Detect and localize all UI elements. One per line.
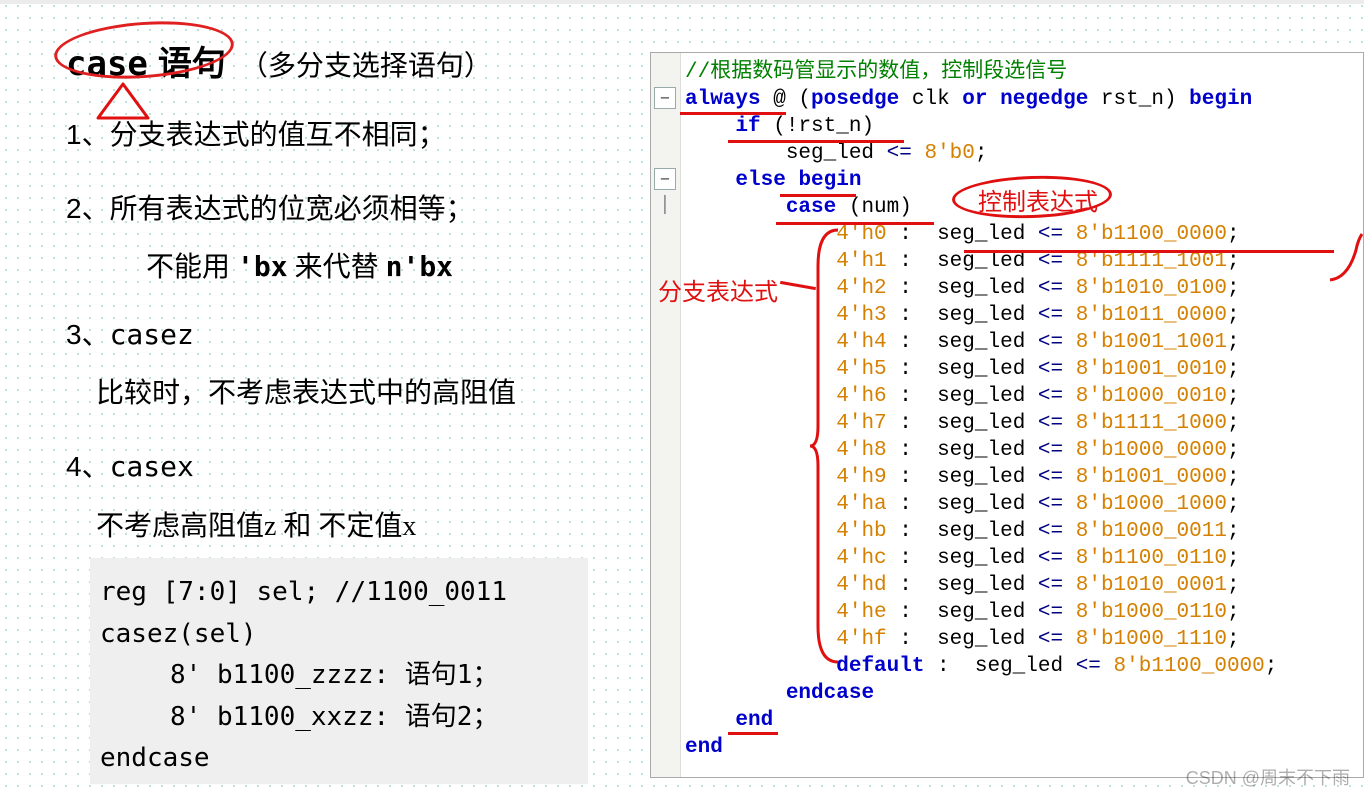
point-1: 1、分支表达式的值互不相同； xyxy=(66,113,620,159)
fold-icon[interactable]: − xyxy=(654,168,676,190)
point-2: 2、所有表达式的位宽必须相等； xyxy=(66,187,620,233)
example-line-1: reg [7:0] sel; //1100_0011 xyxy=(100,572,578,614)
point-4-note: 不考虑高阻值z 和 不定值x xyxy=(96,505,620,550)
title-code: case xyxy=(66,44,148,84)
watermark: CSDN @周末不下雨 xyxy=(1186,764,1350,790)
editor-gutter: − − ⎮ xyxy=(651,53,681,777)
code-editor: − − ⎮ //根据数码管显示的数值，控制段选信号 always @ (pose… xyxy=(650,52,1364,778)
title-sub: （多分支选择语句） xyxy=(240,44,492,84)
point-3-note: 比较时，不考虑表达式中的高阻值 xyxy=(96,372,620,417)
point-2-sub: 不能用 'bx 来代替 n'bx xyxy=(146,245,620,285)
fold-icon[interactable]: − xyxy=(654,87,676,109)
code-content: //根据数码管显示的数值，控制段选信号 always @ (posedge cl… xyxy=(681,53,1363,777)
page-title: case语句 （多分支选择语句） xyxy=(66,36,620,85)
title-cn: 语句 xyxy=(158,36,226,85)
point-4: 4、casex xyxy=(66,445,620,491)
example-line-3: 8' b1100_zzzz: 语句1； xyxy=(100,655,578,697)
example-line-4: 8' b1100_xxzz: 语句2； xyxy=(100,697,578,739)
fold-guide-icon: ⎮ xyxy=(654,195,676,217)
example-line-5: endcase xyxy=(100,738,578,780)
code-comment: //根据数码管显示的数值，控制段选信号 xyxy=(685,61,1067,84)
point-3: 3、casez xyxy=(66,313,620,359)
example-line-2: casez(sel) xyxy=(100,614,578,656)
example-code-box: reg [7:0] sel; //1100_0011 casez(sel) 8'… xyxy=(90,558,588,784)
